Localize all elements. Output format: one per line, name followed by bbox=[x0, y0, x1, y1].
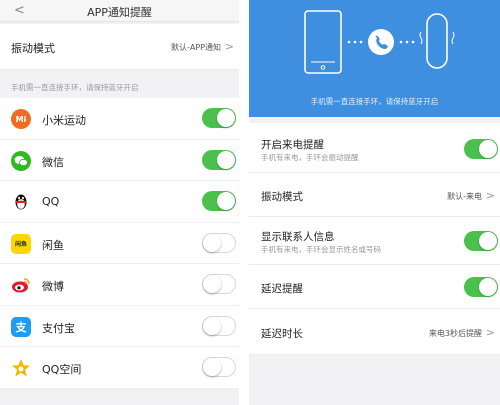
show-contact-toggle[interactable] bbox=[464, 231, 498, 251]
app-name: 微信 bbox=[42, 155, 64, 169]
page-title: APP通知提醒 bbox=[87, 6, 152, 19]
alipay-icon: 支 bbox=[11, 316, 31, 337]
wechat-icon bbox=[11, 150, 31, 171]
call-alert-title: 开启来电提醒 bbox=[261, 139, 324, 151]
app-name: 闲鱼 bbox=[42, 238, 64, 252]
app-toggle[interactable] bbox=[202, 357, 236, 377]
hero-hint-text: 手机需一直连接手环，请保持蓝牙开启 bbox=[310, 97, 439, 106]
call-alert-screen: 手机需一直连接手环，请保持蓝牙开启 开启来电提醒 手机有来电，手环会振动提醒 振… bbox=[249, 0, 500, 405]
weibo-icon bbox=[11, 275, 31, 295]
show-contact-subtitle: 手机有来电，手环会显示姓名或号码 bbox=[261, 245, 381, 254]
phone-icon bbox=[304, 10, 342, 74]
list-item: 支 支付宝 bbox=[0, 306, 239, 347]
call-alert-row: 开启来电提醒 手机有来电，手环会振动提醒 bbox=[249, 123, 500, 173]
app-list: Mi 小米运动 微信 QQ 闲鱼 闲鱼 微博 支 支付宝 QQ空间 bbox=[0, 98, 239, 389]
app-toggle[interactable] bbox=[202, 108, 236, 128]
list-item: 闲鱼 闲鱼 bbox=[0, 223, 239, 264]
app-name: QQ空间 bbox=[42, 363, 82, 376]
app-notification-screen: < APP通知提醒 振动模式 默认-APP通知 > 手机需一直连接手环，请保持蓝… bbox=[0, 0, 239, 405]
app-toggle[interactable] bbox=[202, 315, 236, 336]
call-vibration-mode-value: 默认-来电 bbox=[447, 192, 482, 201]
delay-duration-row[interactable]: 延迟时长 来电3秒后提醒 > bbox=[249, 309, 500, 355]
fitness-band-icon bbox=[419, 13, 455, 69]
list-item: 微信 bbox=[0, 140, 239, 181]
chevron-right-icon: > bbox=[224, 40, 234, 53]
delay-duration-title: 延迟时长 bbox=[261, 328, 303, 340]
list-item: QQ bbox=[0, 181, 239, 223]
hero-banner: 手机需一直连接手环，请保持蓝牙开启 bbox=[249, 0, 500, 117]
delay-alert-title: 延迟提醒 bbox=[261, 283, 303, 295]
chevron-right-icon: > bbox=[485, 189, 495, 202]
chevron-right-icon: > bbox=[485, 326, 495, 339]
list-item: QQ空间 bbox=[0, 347, 239, 389]
call-alert-subtitle: 手机有来电，手环会振动提醒 bbox=[261, 153, 359, 162]
qq-penguin-icon bbox=[11, 192, 31, 212]
qzone-star-icon bbox=[11, 358, 31, 378]
list-item: 微博 bbox=[0, 264, 239, 306]
xianyu-icon: 闲鱼 bbox=[11, 233, 31, 254]
app-toggle[interactable] bbox=[202, 149, 236, 170]
app-name: 微博 bbox=[42, 280, 64, 293]
show-contact-row: 显示联系人信息 手机有来电，手环会显示姓名或号码 bbox=[249, 217, 500, 265]
vibration-mode-value: 默认-APP通知 bbox=[170, 43, 221, 52]
vibration-mode-label: 振动模式 bbox=[11, 42, 55, 55]
bluetooth-hint-text: 手机需一直连接手环，请保持蓝牙开启 bbox=[11, 83, 139, 92]
call-alert-toggle[interactable] bbox=[464, 139, 498, 159]
vibration-mode-row[interactable]: 振动模式 默认-APP通知 > bbox=[0, 24, 239, 70]
app-name: QQ bbox=[42, 195, 60, 208]
delay-alert-row: 延迟提醒 bbox=[249, 265, 500, 309]
app-toggle[interactable] bbox=[202, 232, 236, 253]
call-vibration-mode-title: 振动模式 bbox=[261, 191, 303, 203]
bluetooth-hint: 手机需一直连接手环，请保持蓝牙开启 bbox=[0, 70, 239, 98]
app-name: 小米运动 bbox=[42, 114, 86, 127]
app-name: 支付宝 bbox=[42, 321, 75, 335]
mi-fit-icon: Mi bbox=[11, 109, 31, 129]
app-toggle[interactable] bbox=[202, 191, 236, 211]
call-settings-list: 开启来电提醒 手机有来电，手环会振动提醒 振动模式 默认-来电 > 显示联系人信… bbox=[249, 123, 500, 355]
delay-duration-value: 来电3秒后提醒 bbox=[428, 329, 482, 338]
navigation-bar: < APP通知提醒 bbox=[0, 0, 239, 22]
app-toggle[interactable] bbox=[202, 274, 236, 294]
show-contact-title: 显示联系人信息 bbox=[261, 231, 335, 243]
list-item: Mi 小米运动 bbox=[0, 98, 239, 140]
call-vibration-mode-row[interactable]: 振动模式 默认-来电 > bbox=[249, 173, 500, 217]
delay-alert-toggle[interactable] bbox=[464, 277, 498, 297]
phone-call-icon bbox=[368, 29, 394, 55]
